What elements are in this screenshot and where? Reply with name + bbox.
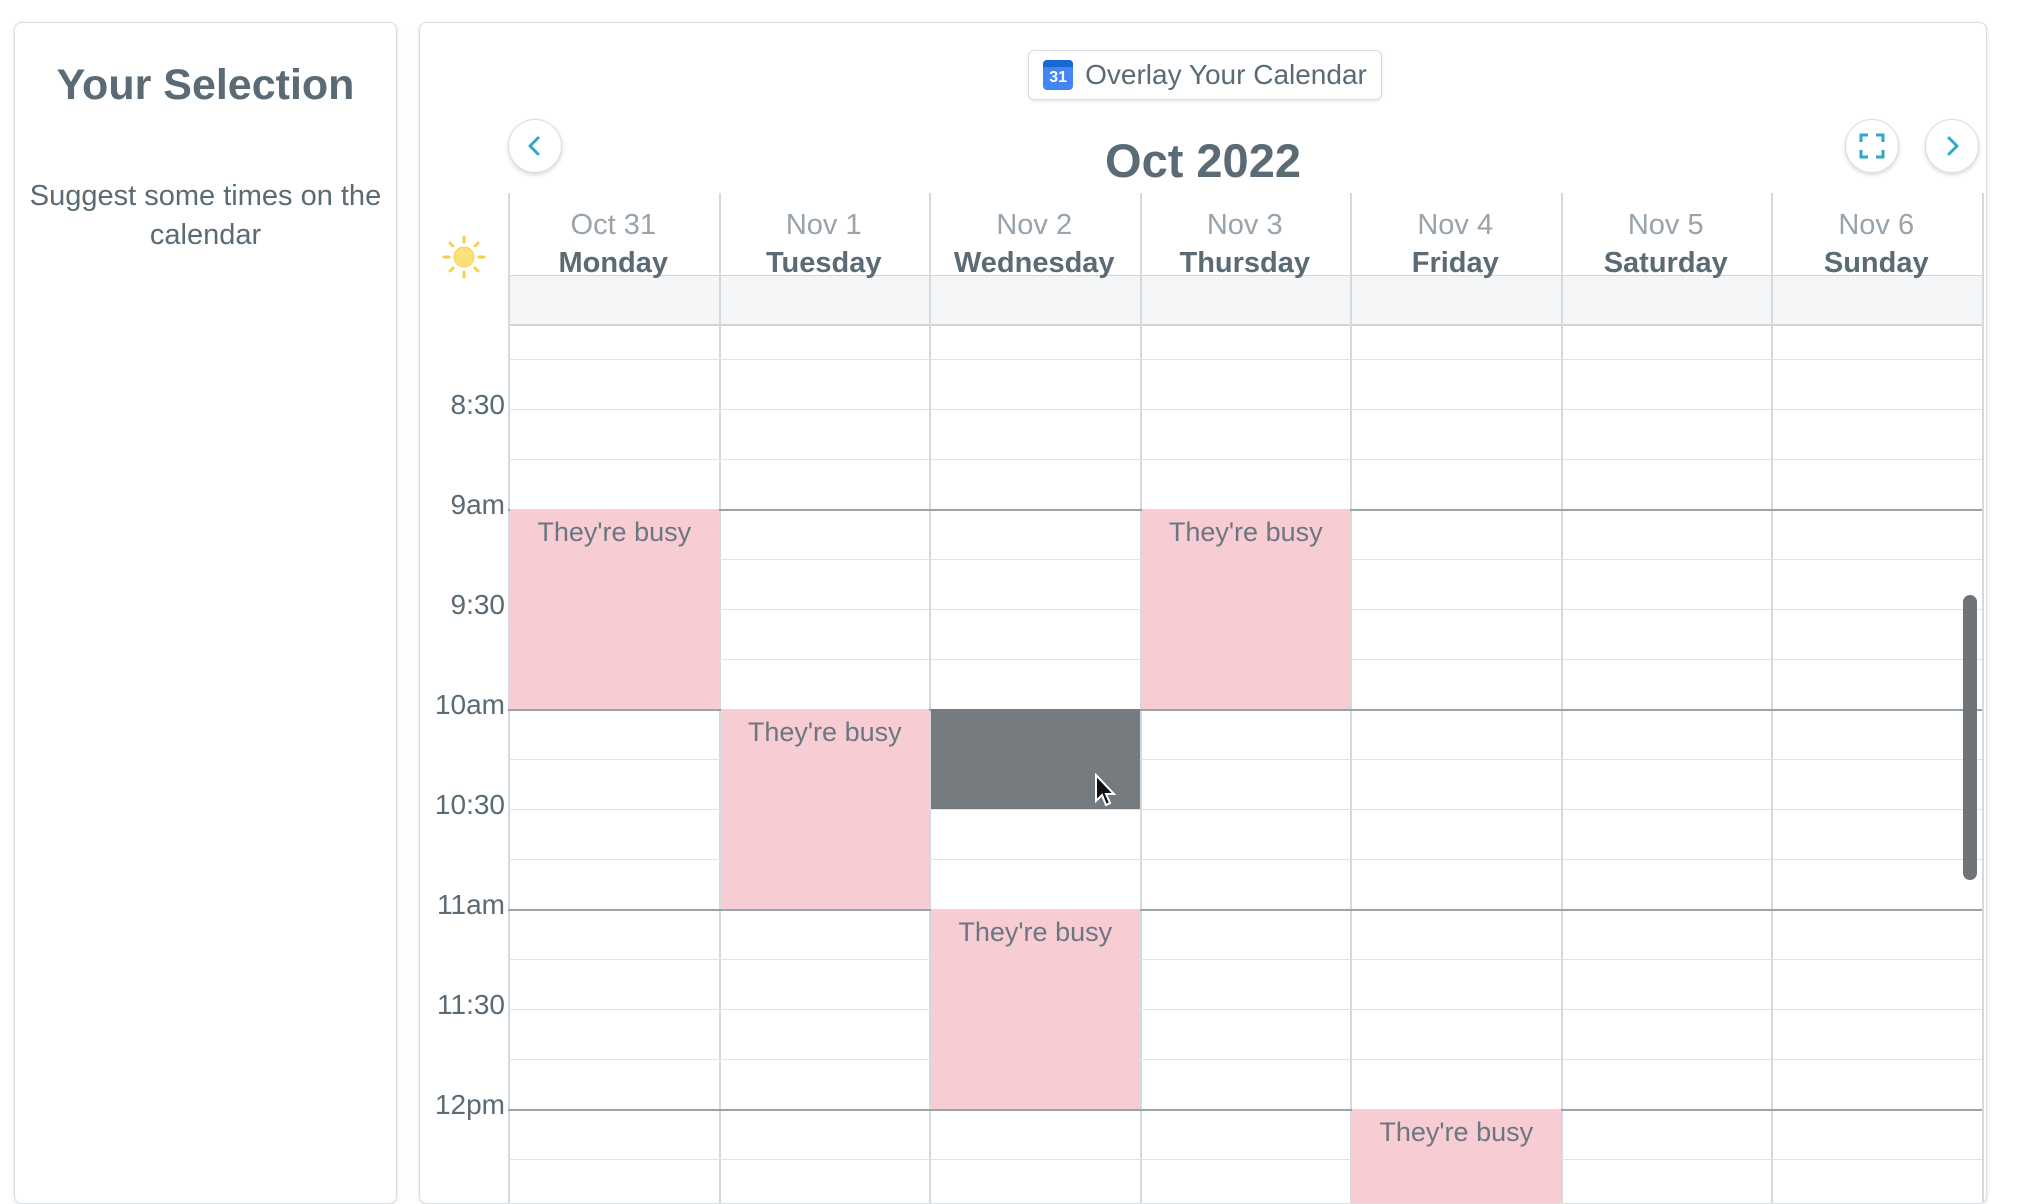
overlay-calendar-label: Overlay Your Calendar bbox=[1085, 59, 1367, 90]
time-label: 10am bbox=[434, 689, 505, 720]
time-gridline bbox=[508, 1109, 1982, 1111]
google-calendar-icon: 31 bbox=[1043, 60, 1074, 90]
fullscreen-icon bbox=[1859, 133, 1885, 159]
day-date: Nov 1 bbox=[785, 209, 862, 241]
day-column-divider bbox=[1350, 193, 1352, 1203]
time-gridline bbox=[508, 409, 1982, 410]
time-label: 11am bbox=[437, 889, 505, 920]
busy-label: They're busy bbox=[747, 717, 902, 747]
calendar-panel: 31 Overlay Your Calendar Oct 2022 Oct 31… bbox=[419, 22, 1987, 1204]
overlay-calendar-button[interactable]: 31 Overlay Your Calendar bbox=[1028, 50, 1382, 100]
vertical-scrollbar[interactable] bbox=[1963, 595, 1977, 880]
time-gridline bbox=[508, 359, 1982, 360]
busy-block[interactable]: They're busy bbox=[510, 509, 719, 709]
time-gridline bbox=[508, 1159, 1982, 1160]
day-header: Nov 4 Friday bbox=[1350, 193, 1561, 279]
time-label: 12pm bbox=[434, 1089, 505, 1120]
week-grid[interactable]: Oct 31 Monday Nov 1 Tuesday Nov 2 Wednesday No… bbox=[508, 193, 1984, 1203]
busy-block[interactable]: They're busy bbox=[720, 709, 929, 909]
time-label: 11:30 bbox=[437, 989, 505, 1020]
day-date: Nov 2 bbox=[996, 209, 1073, 241]
day-date: Nov 6 bbox=[1838, 209, 1915, 241]
time-label: 9am bbox=[450, 489, 505, 520]
time-gridline bbox=[508, 1059, 1982, 1060]
day-date: Nov 3 bbox=[1206, 209, 1283, 241]
month-title: Oct 2022 bbox=[1105, 134, 1301, 187]
time-label: 8:30 bbox=[450, 389, 506, 420]
day-name: Friday bbox=[1411, 247, 1499, 279]
busy-label: They're busy bbox=[1168, 517, 1323, 547]
day-header: Oct 31 Monday bbox=[508, 193, 719, 279]
time-gridline bbox=[508, 959, 1982, 960]
day-header: Nov 5 Saturday bbox=[1561, 193, 1772, 279]
day-name: Sunday bbox=[1823, 247, 1929, 279]
time-gridline bbox=[508, 459, 1982, 460]
day-date: Nov 5 bbox=[1627, 209, 1704, 241]
next-week-button[interactable] bbox=[1925, 119, 1979, 173]
busy-label: They're busy bbox=[537, 517, 692, 547]
fullscreen-button[interactable] bbox=[1845, 119, 1899, 173]
day-column-divider bbox=[1771, 193, 1773, 1203]
selection-title: Your Selection bbox=[56, 61, 355, 109]
day-name: Wednesday bbox=[953, 247, 1115, 279]
day-name: Tuesday bbox=[765, 247, 882, 279]
time-gridline bbox=[508, 909, 1982, 911]
busy-block[interactable]: They're busy bbox=[1352, 1109, 1561, 1203]
chevron-right-icon bbox=[1947, 136, 1959, 156]
time-gridline bbox=[508, 1009, 1982, 1010]
day-header: Nov 6 Sunday bbox=[1771, 193, 1982, 279]
selection-hint: Suggest some times on the calendar bbox=[29, 180, 382, 251]
day-column-divider bbox=[1560, 193, 1563, 1203]
day-column-divider bbox=[718, 193, 721, 1203]
sun-icon[interactable] bbox=[442, 235, 486, 279]
busy-label: They're busy bbox=[1379, 1117, 1534, 1147]
all-day-row[interactable] bbox=[508, 275, 1982, 326]
time-label: 10:30 bbox=[434, 789, 505, 820]
day-header: Nov 3 Thursday bbox=[1140, 193, 1351, 279]
day-name: Monday bbox=[558, 247, 669, 279]
day-date: Nov 4 bbox=[1417, 209, 1494, 241]
day-header: Nov 2 Wednesday bbox=[929, 193, 1140, 279]
mouse-cursor-icon bbox=[1095, 773, 1117, 807]
day-date: Oct 31 bbox=[570, 209, 656, 241]
day-column-divider bbox=[1981, 193, 1984, 1203]
day-name: Thursday bbox=[1179, 247, 1311, 279]
day-name: Saturday bbox=[1603, 247, 1728, 279]
busy-block[interactable]: They're busy bbox=[1141, 509, 1350, 709]
busy-block[interactable]: They're busy bbox=[931, 909, 1140, 1109]
time-label: 9:30 bbox=[450, 589, 506, 620]
day-header: Nov 1 Tuesday bbox=[719, 193, 930, 279]
selection-panel: Your Selection Suggest some times on the… bbox=[14, 22, 397, 1204]
busy-label: They're busy bbox=[958, 917, 1113, 947]
